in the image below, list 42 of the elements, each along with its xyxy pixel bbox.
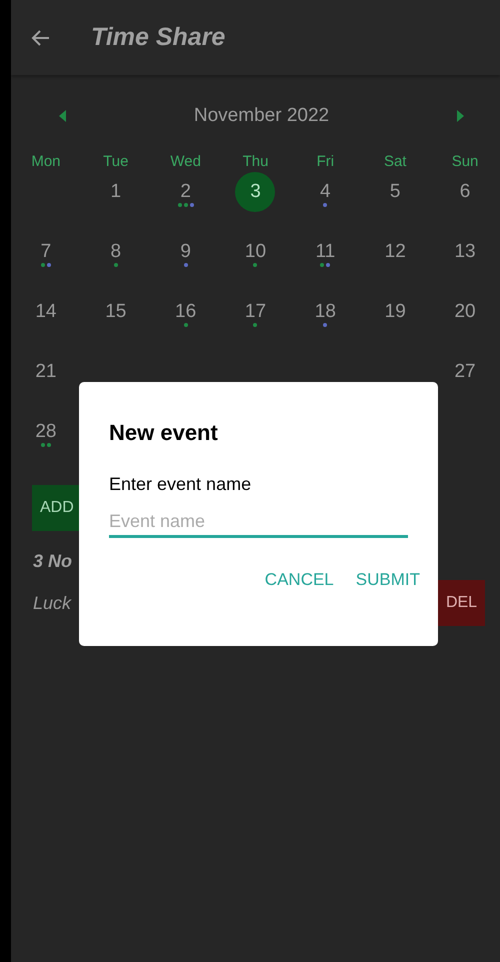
weekday-label: Sat (382, 153, 408, 170)
day-number[interactable]: 28 (26, 412, 66, 452)
day-number[interactable]: 13 (445, 232, 486, 272)
app-title: Time Share (91, 23, 226, 52)
previous-month-icon[interactable] (59, 110, 67, 122)
day-number[interactable]: 14 (26, 292, 66, 332)
month-label: November 2022 (194, 105, 330, 127)
day-number[interactable]: 19 (375, 292, 416, 332)
dialog-button[interactable]: SUBMIT (352, 564, 424, 596)
day-number[interactable]: 10 (235, 232, 276, 272)
day-number[interactable]: 1 (96, 172, 136, 212)
day-number[interactable]: 17 (235, 292, 276, 332)
weekday-label: Sun (450, 153, 480, 170)
day-number[interactable]: 8 (96, 232, 136, 272)
delete-button[interactable]: DEL (438, 580, 485, 626)
add-button[interactable]: ADD (32, 485, 82, 531)
weekday-label: Wed (169, 153, 202, 170)
day-number[interactable]: 15 (96, 292, 136, 332)
day-number[interactable]: 18 (305, 292, 346, 332)
weekday-label: Fri (316, 153, 336, 170)
next-month-icon[interactable] (456, 110, 464, 122)
event-name: Luck (33, 592, 72, 614)
day-number[interactable]: 27 (445, 352, 486, 392)
weekday-label: Tue (102, 153, 130, 170)
day-number[interactable]: 3 (235, 172, 276, 212)
day-number[interactable]: 11 (305, 232, 346, 272)
day-number[interactable]: 5 (375, 172, 416, 212)
day-number[interactable]: 12 (375, 232, 416, 272)
day-number[interactable]: 16 (166, 292, 206, 332)
day-number[interactable]: 20 (445, 292, 486, 332)
day-number[interactable]: 4 (305, 172, 346, 212)
day-number[interactable]: 7 (26, 232, 66, 272)
day-number[interactable]: 2 (166, 172, 206, 212)
day-number[interactable]: 21 (26, 352, 66, 392)
dialog-button[interactable]: CANCEL (260, 564, 338, 596)
weekday-label: Thu (242, 153, 270, 170)
weekday-label: Mon (30, 153, 62, 170)
dialog-prompt: Enter event name (109, 474, 252, 495)
events-heading: 3 No (33, 551, 74, 572)
day-number[interactable]: 9 (166, 232, 206, 272)
dialog-title: New event (109, 420, 219, 446)
day-number[interactable]: 6 (445, 172, 486, 212)
